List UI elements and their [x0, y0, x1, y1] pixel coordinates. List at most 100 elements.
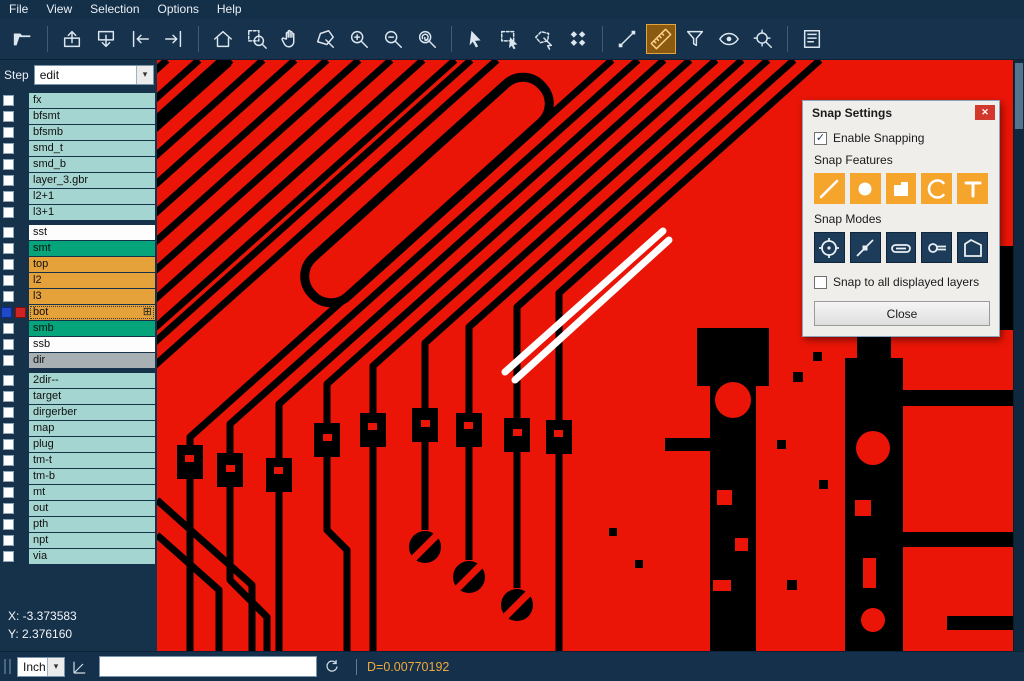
snap-mode-contour-button[interactable]: [957, 232, 988, 263]
chevron-down-icon[interactable]: ▾: [136, 66, 153, 84]
snap-mode-key-button[interactable]: [921, 232, 952, 263]
layer-visibility-checkbox[interactable]: [3, 95, 14, 106]
layer-label[interactable]: pth: [29, 517, 155, 532]
measure-input[interactable]: [99, 656, 317, 677]
load-top-button[interactable]: [57, 24, 87, 54]
layer-label[interactable]: bot⊞: [29, 305, 155, 320]
layer-visibility-checkbox[interactable]: [3, 439, 14, 450]
snap-all-layers-checkbox[interactable]: [814, 276, 827, 289]
layer-visibility-checkbox[interactable]: [1, 307, 12, 318]
layer-label[interactable]: layer_3.gbr: [29, 173, 155, 188]
layer-visibility-checkbox[interactable]: [3, 159, 14, 170]
snap-feature-surface-button[interactable]: [886, 173, 917, 204]
layer-visibility-checkbox[interactable]: [3, 127, 14, 138]
layer-visibility-checkbox[interactable]: [3, 471, 14, 482]
layer-label[interactable]: tm-b: [29, 469, 155, 484]
tiles-button[interactable]: [563, 24, 593, 54]
zoom-region-button[interactable]: [242, 24, 272, 54]
zoom-out-button[interactable]: [378, 24, 408, 54]
snap-mode-point-button[interactable]: [850, 232, 881, 263]
menu-item-help[interactable]: Help: [208, 0, 251, 19]
layer-visibility-checkbox[interactable]: [3, 551, 14, 562]
rect-select-button[interactable]: [495, 24, 525, 54]
layer-label[interactable]: tm-t: [29, 453, 155, 468]
layer-visibility-checkbox[interactable]: [3, 535, 14, 546]
snap-feature-line-button[interactable]: [814, 173, 845, 204]
layer-label[interactable]: map: [29, 421, 155, 436]
layer-visibility-checkbox[interactable]: [3, 143, 14, 154]
layer-visibility-checkbox[interactable]: [3, 503, 14, 514]
layer-label[interactable]: 2dir--: [29, 373, 155, 388]
menu-item-selection[interactable]: Selection: [81, 0, 148, 19]
enable-snapping-checkbox[interactable]: [814, 132, 827, 145]
layer-visibility-checkbox[interactable]: [3, 355, 14, 366]
layer-label[interactable]: dir: [29, 353, 155, 368]
layer-label[interactable]: mt: [29, 485, 155, 500]
zoom-in-button[interactable]: [344, 24, 374, 54]
layer-label[interactable]: smd_t: [29, 141, 155, 156]
filter-button[interactable]: [680, 24, 710, 54]
snap-feature-arc-button[interactable]: [921, 173, 952, 204]
layer-label[interactable]: smd_b: [29, 157, 155, 172]
menu-item-view[interactable]: View: [37, 0, 81, 19]
grid-icon[interactable]: ⊞: [143, 305, 152, 320]
layer-label[interactable]: smb: [29, 321, 155, 336]
layer-label[interactable]: l2+1: [29, 189, 155, 204]
layer-visibility-checkbox[interactable]: [3, 243, 14, 254]
layer-active-indicator[interactable]: [15, 307, 26, 318]
snap-feature-pad-button[interactable]: [850, 173, 881, 204]
open-button[interactable]: [8, 24, 38, 54]
snap-mode-center-button[interactable]: [814, 232, 845, 263]
measure-button[interactable]: [646, 24, 676, 54]
layer-visibility-checkbox[interactable]: [3, 519, 14, 530]
net-search-button[interactable]: [748, 24, 778, 54]
snap-feature-text-button[interactable]: [957, 173, 988, 204]
view-options-button[interactable]: [714, 24, 744, 54]
layer-label[interactable]: l3: [29, 289, 155, 304]
layer-visibility-checkbox[interactable]: [3, 487, 14, 498]
line-tool-button[interactable]: [612, 24, 642, 54]
layer-label[interactable]: npt: [29, 533, 155, 548]
step-forward-button[interactable]: [159, 24, 189, 54]
zoom-home-button[interactable]: [208, 24, 238, 54]
close-button[interactable]: Close: [814, 301, 990, 326]
layer-visibility-checkbox[interactable]: [3, 191, 14, 202]
layer-label[interactable]: dirgerber: [29, 405, 155, 420]
layer-label[interactable]: out: [29, 501, 155, 516]
unit-select[interactable]: Inch ▾: [17, 657, 65, 677]
vertical-scrollbar[interactable]: [1013, 60, 1024, 651]
layer-label[interactable]: top: [29, 257, 155, 272]
load-bottom-button[interactable]: [91, 24, 121, 54]
zoom-reset-button[interactable]: [412, 24, 442, 54]
layer-visibility-checkbox[interactable]: [3, 407, 14, 418]
layer-visibility-checkbox[interactable]: [3, 423, 14, 434]
refresh-icon[interactable]: [323, 658, 340, 675]
step-back-button[interactable]: [125, 24, 155, 54]
dialog-titlebar[interactable]: Snap Settings: [803, 101, 999, 125]
layer-visibility-checkbox[interactable]: [3, 175, 14, 186]
layer-visibility-checkbox[interactable]: [3, 339, 14, 350]
layer-label[interactable]: ssb: [29, 337, 155, 352]
layer-label[interactable]: bfsmb: [29, 125, 155, 140]
layer-visibility-checkbox[interactable]: [3, 259, 14, 270]
pan-button[interactable]: [276, 24, 306, 54]
layer-label[interactable]: smt: [29, 241, 155, 256]
step-select[interactable]: edit ▾: [34, 65, 154, 85]
layer-label[interactable]: l2: [29, 273, 155, 288]
layer-label[interactable]: bfsmt: [29, 109, 155, 124]
layer-visibility-checkbox[interactable]: [3, 291, 14, 302]
layer-visibility-checkbox[interactable]: [3, 391, 14, 402]
snap-mode-slot-button[interactable]: [886, 232, 917, 263]
layer-visibility-checkbox[interactable]: [3, 375, 14, 386]
polygon-select-button[interactable]: [529, 24, 559, 54]
polygon-zoom-button[interactable]: [310, 24, 340, 54]
layer-visibility-checkbox[interactable]: [3, 111, 14, 122]
layer-label[interactable]: fx: [29, 93, 155, 108]
layer-label[interactable]: via: [29, 549, 155, 564]
close-icon[interactable]: [975, 105, 995, 120]
layer-visibility-checkbox[interactable]: [3, 323, 14, 334]
select-button[interactable]: [461, 24, 491, 54]
layer-visibility-checkbox[interactable]: [3, 227, 14, 238]
menu-item-file[interactable]: File: [0, 0, 37, 19]
chevron-down-icon[interactable]: ▾: [47, 658, 64, 676]
